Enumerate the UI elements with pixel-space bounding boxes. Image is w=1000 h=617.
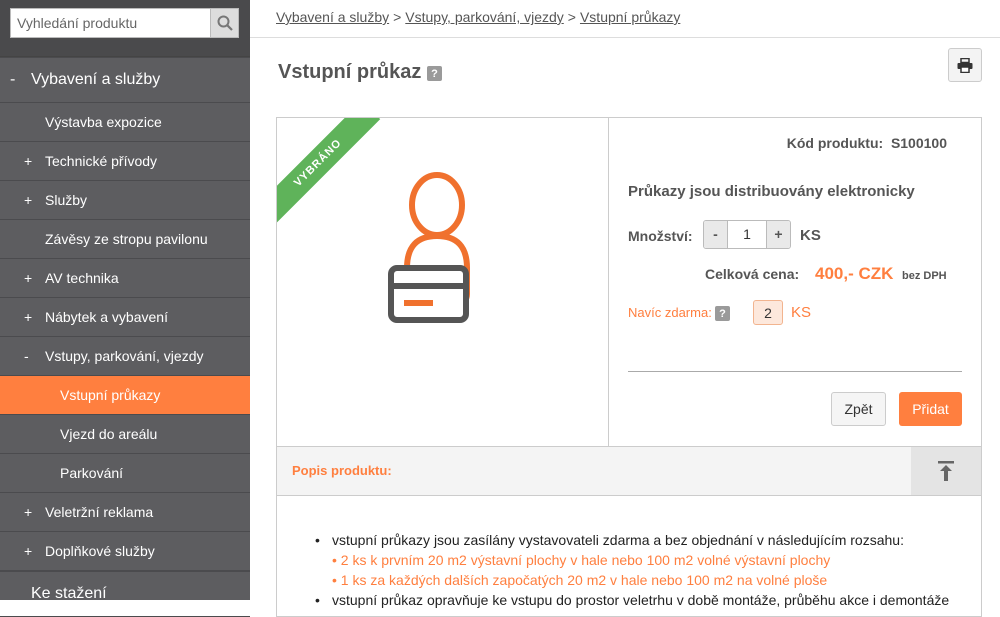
product-image: VYBRÁNO (277, 118, 609, 446)
expand-icon: + (24, 153, 33, 169)
description-header: Popis produktu: (277, 446, 981, 496)
search-input[interactable] (10, 8, 210, 38)
sidebar-item-8[interactable]: Vstupní průkazy (0, 376, 250, 415)
search-bar (0, 0, 250, 57)
breadcrumb-link-vybaveni[interactable]: Vybavení a služby (276, 9, 389, 25)
sidebar-item-label: Vstupní průkazy (60, 387, 161, 403)
sidebar-item-label: Ke stažení (31, 585, 107, 602)
add-button[interactable]: Přidat (899, 392, 962, 426)
sidebar-item-4[interactable]: Závěsy ze stropu pavilonu (0, 220, 250, 259)
pass-holder-icon (388, 172, 470, 323)
sidebar-item-label: Vybavení a služby (31, 71, 161, 88)
description-title: Popis produktu: (292, 463, 392, 478)
collapse-icon: - (24, 348, 29, 364)
total-price-label: Celková cena: (705, 266, 800, 282)
sidebar-item-label: Nábytek a vybavení (45, 309, 168, 325)
expand-icon: + (24, 309, 33, 325)
quantity-label: Množství: (628, 228, 693, 244)
product-panel: VYBRÁNO Kód produktu: S100100 Průkazy js… (276, 117, 982, 617)
breadcrumb: Vybavení a služby > Vstupy, parkování, vje… (276, 9, 680, 25)
expand-icon: + (24, 270, 33, 286)
quantity-input[interactable]: 1 (727, 221, 767, 248)
breadcrumb-link-vstupy[interactable]: Vstupy, parkování, vjezdy (405, 9, 563, 25)
sidebar-item-2[interactable]: + Technické přívody (0, 142, 250, 181)
collapse-icon: - (10, 71, 16, 88)
bullet-icon: • (315, 532, 320, 548)
sidebar-item-13[interactable]: Ke stažení (0, 571, 250, 617)
sidebar-item-label: Veletržní reklama (45, 504, 154, 520)
sidebar-item-label: Vstupy, parkování, vjezdy (45, 348, 204, 364)
description-sub-item: • 2 ks k prvním 20 m2 výstavní plochy v … (332, 552, 831, 568)
selected-ribbon: VYBRÁNO (277, 118, 381, 226)
sidebar-item-1[interactable]: Výstavba expozice (0, 103, 250, 142)
sidebar-item-label: Parkování (60, 465, 124, 481)
free-extra-value: 2 (753, 300, 783, 325)
sidebar-item-10[interactable]: Parkování (0, 454, 250, 493)
help-icon[interactable]: ? (715, 306, 730, 321)
sidebar-item-7[interactable]: - Vstupy, parkování, vjezdy (0, 337, 250, 376)
sidebar: -Vybavení a službyVýstavba expozice+Tech… (0, 0, 250, 617)
back-button[interactable]: Zpět (831, 392, 886, 426)
list-item: • vstupní průkazy jsou zasílány vystavov… (315, 530, 965, 590)
quantity-stepper: - 1 + (703, 220, 791, 249)
sidebar-item-label: Výstavba expozice (45, 114, 162, 130)
breadcrumb-separator: > (393, 9, 402, 25)
product-info: Kód produktu: S100100 Průkazy jsou distr… (608, 118, 981, 446)
sidebar-item-label: AV technika (45, 270, 119, 286)
search-icon (217, 15, 233, 31)
help-icon[interactable]: ? (427, 66, 442, 81)
description-intro: vstupní průkazy jsou zasílány vystavovat… (332, 532, 904, 548)
product-code: Kód produktu: S100100 (787, 135, 947, 151)
breadcrumb-link-prukazy[interactable]: Vstupní průkazy (580, 9, 680, 25)
bullet-icon: • (315, 592, 320, 608)
print-button[interactable] (948, 48, 982, 82)
sidebar-nav: - Vybavení a služby Výstavba expozice + Tech… (0, 57, 250, 617)
product-code-label: Kód produktu: (786, 135, 884, 151)
collapse-up-icon (938, 461, 954, 481)
total-price: 400,- CZK (815, 264, 894, 283)
sidebar-item-label: Služby (45, 192, 88, 208)
quantity-decrement-button[interactable]: - (704, 221, 727, 248)
divider (628, 371, 962, 372)
expand-icon: + (24, 192, 33, 208)
free-extra-label: Navíc zdarma: (628, 305, 712, 320)
collapse-button[interactable] (911, 447, 981, 495)
sidebar-item-9[interactable]: Vjezd do areálu (0, 415, 250, 454)
vat-note: bez DPH (902, 270, 947, 282)
distribution-note: Průkazy jsou distribuovány elektronicky (628, 183, 915, 200)
product-code-value: S100100 (890, 135, 947, 151)
sidebar-item-12[interactable]: + Doplňkové služby (0, 532, 250, 571)
description-list: • vstupní průkazy jsou zasílány vystavov… (315, 530, 965, 610)
divider (250, 37, 1000, 38)
breadcrumb-separator: > (567, 9, 576, 25)
description-next: vstupní průkaz opravňuje ke vstupu do pr… (332, 592, 950, 608)
free-extra-unit: KS (791, 304, 812, 321)
printer-icon (957, 57, 973, 73)
sidebar-item-0[interactable]: - Vybavení a služby (0, 57, 250, 103)
quantity-unit: KS (800, 227, 821, 244)
sidebar-item-11[interactable]: + Veletržní reklama (0, 493, 250, 532)
sidebar-item-label: Technické přívody (45, 153, 158, 169)
sidebar-item-3[interactable]: + Služby (0, 181, 250, 220)
expand-icon: + (24, 543, 33, 559)
expand-icon: + (24, 504, 33, 520)
search-button[interactable] (210, 8, 239, 38)
list-item: • vstupní průkaz opravňuje ke vstupu do … (315, 590, 965, 610)
sidebar-item-5[interactable]: + AV technika (0, 259, 250, 298)
description-sub-item: • 1 ks za každých dalších započatých 20 … (332, 572, 828, 588)
page-title: Vstupní průkaz (278, 61, 422, 83)
quantity-increment-button[interactable]: + (767, 221, 790, 248)
sidebar-item-label: Doplňkové služby (45, 543, 155, 559)
sidebar-item-label: Vjezd do areálu (60, 426, 158, 442)
sidebar-item-label: Závěsy ze stropu pavilonu (45, 231, 208, 247)
sidebar-item-6[interactable]: + Nábytek a vybavení (0, 298, 250, 337)
